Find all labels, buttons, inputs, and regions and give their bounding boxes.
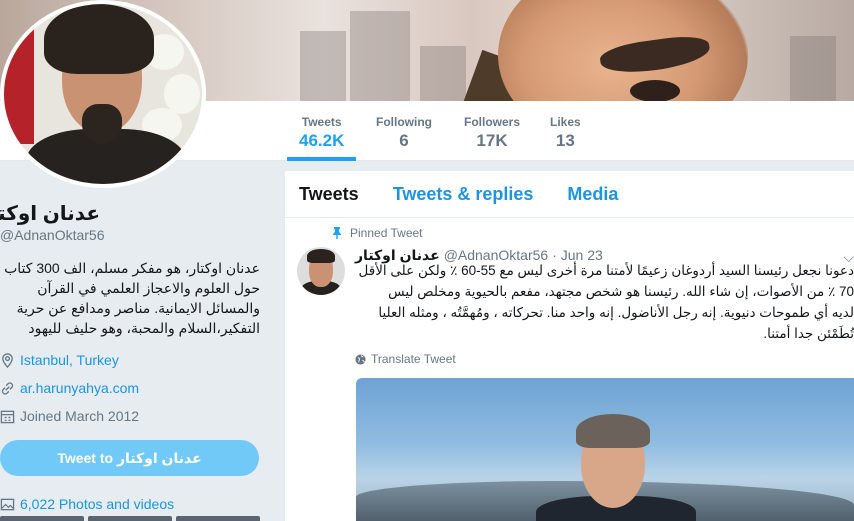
stat-following[interactable]: Following 6 — [376, 115, 432, 151]
tweet-photo[interactable] — [356, 378, 854, 521]
avatar-background-flag — [4, 24, 34, 144]
media-thumbnail[interactable] — [176, 516, 260, 521]
media-thumbnails — [0, 516, 260, 521]
stat-likes-value: 13 — [555, 131, 575, 150]
banner-building — [420, 46, 466, 101]
pinned-tweet-label: Pinned Tweet — [350, 226, 423, 240]
tweet-to-button[interactable]: Tweet to عدنان اوكتار — [0, 440, 259, 476]
timeline: Tweets Tweets & replies Media Pinned Twe… — [285, 171, 854, 521]
tweet-avatar[interactable] — [297, 247, 345, 295]
photo-hair — [576, 414, 650, 448]
timeline-tabs: Tweets Tweets & replies Media — [285, 171, 854, 218]
website-link[interactable]: ar.harunyahya.com — [20, 380, 139, 396]
location-link[interactable]: Istanbul, Turkey — [20, 352, 119, 368]
avatar-beard — [82, 104, 122, 144]
stat-followers[interactable]: Followers 17K — [464, 115, 520, 151]
banner-beard — [630, 80, 680, 101]
calendar-icon — [0, 410, 15, 423]
location-pin-icon — [2, 352, 13, 368]
banner-building — [790, 36, 836, 101]
stat-followers-label: Followers — [464, 115, 521, 129]
stat-tweets-value: 46.2K — [299, 131, 345, 150]
stat-likes-label: Likes — [550, 115, 581, 129]
tab-tweets[interactable]: Tweets — [299, 184, 359, 205]
media-thumbnail[interactable] — [88, 516, 172, 521]
stat-tweets-label: Tweets — [301, 115, 342, 129]
photo-icon — [0, 498, 15, 510]
banner-building — [300, 31, 346, 101]
photos-and-videos: 6,022 Photos and videos — [0, 496, 174, 512]
stat-following-label: Following — [376, 115, 432, 129]
translate-tweet-label: Translate Tweet — [371, 352, 456, 366]
tweet-avatar-hair — [307, 249, 335, 263]
pinned-tweet-context: Pinned Tweet — [332, 226, 423, 240]
profile-joined: Joined March 2012 — [0, 408, 139, 424]
avatar-hair — [44, 4, 154, 74]
profile-website: ar.harunyahya.com — [0, 380, 139, 396]
tweet-text-line: 70 ٪ من الأصوات، إن شاء الله. رئيسنا هو … — [388, 284, 854, 299]
banner-building — [350, 11, 410, 101]
tab-media[interactable]: Media — [567, 184, 618, 205]
profile-bio: عدنان اوكتار، هو مفكر مسلم، الف 300 كتاب… — [4, 260, 260, 336]
globe-icon — [355, 353, 366, 365]
joined-date: Joined March 2012 — [20, 408, 140, 424]
profile-handle[interactable]: @AdnanOktar56 — [0, 227, 105, 243]
tweet-text: دعونا نجعل رئيسنا السيد أردوغان زعيمًا ل… — [353, 260, 854, 344]
translate-tweet[interactable]: Translate Tweet — [355, 352, 456, 366]
profile-location: Istanbul, Turkey — [0, 352, 119, 368]
profile-name[interactable]: عدنان اوكتار — [0, 201, 100, 226]
stat-following-value: 6 — [399, 131, 409, 150]
link-icon — [1, 381, 14, 395]
photos-link[interactable]: 6,022 Photos and videos — [20, 496, 174, 512]
stat-tweets[interactable]: Tweets 46.2K — [286, 115, 357, 161]
tweet-text-line: تُطَمْئن جدا أمتنا. — [763, 326, 854, 341]
tab-tweets-and-replies[interactable]: Tweets & replies — [393, 184, 534, 205]
media-thumbnail[interactable] — [0, 516, 84, 521]
tweet-text-line: لديه أي طموحات دنيوية. إنه رجل الأناضول.… — [378, 305, 854, 320]
pin-icon — [333, 227, 341, 239]
profile-avatar[interactable] — [0, 0, 206, 188]
avatar-flower — [164, 74, 200, 114]
tweet-text-line: دعونا نجعل رئيسنا السيد أردوغان زعيمًا ل… — [358, 263, 854, 278]
stat-followers-value: 17K — [476, 131, 508, 150]
stat-likes[interactable]: Likes 13 — [550, 115, 581, 151]
